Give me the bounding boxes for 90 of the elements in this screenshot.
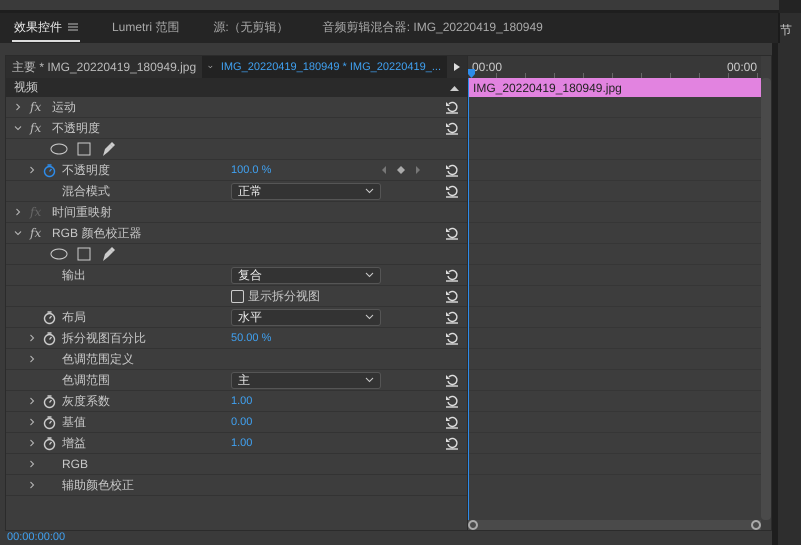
chevron-down-icon — [365, 377, 374, 383]
stopwatch-icon[interactable] — [42, 436, 57, 450]
property-label: 不透明度 — [62, 162, 110, 176]
chevron-right-icon[interactable] — [28, 460, 36, 468]
effect-name: RGB 颜色校正器 — [52, 224, 142, 242]
dropdown[interactable]: 复合 — [231, 266, 381, 284]
chevron-right-icon[interactable] — [28, 418, 36, 426]
effect-name: 时间重映射 — [52, 204, 112, 220]
panel-tab[interactable]: 源:（无剪辑） — [211, 14, 291, 42]
property-label: 输出 — [62, 268, 86, 282]
property-label: 色调范围定义 — [62, 352, 134, 366]
reset-icon[interactable] — [445, 121, 459, 135]
pen-icon[interactable] — [100, 246, 116, 262]
effect-name: 不透明度 — [52, 120, 100, 136]
reset-icon[interactable] — [445, 331, 459, 345]
zoom-scrollbar[interactable] — [468, 520, 761, 530]
property-label: 灰度系数 — [62, 394, 110, 408]
menu-icon[interactable] — [68, 23, 78, 31]
dropdown[interactable]: 正常 — [231, 182, 381, 200]
reset-icon[interactable] — [445, 100, 459, 114]
stopwatch-icon[interactable] — [42, 330, 57, 346]
stopwatch-icon[interactable] — [42, 162, 57, 178]
checkbox[interactable] — [231, 290, 244, 302]
timecode[interactable]: 00:00:00:00 — [5, 531, 772, 545]
chevron-down-icon — [365, 188, 374, 194]
chevron-right-icon[interactable] — [28, 481, 36, 489]
value-field[interactable]: 1.00 — [231, 395, 252, 407]
value-field[interactable]: 1.00 — [231, 437, 252, 449]
reset-icon[interactable] — [445, 394, 459, 408]
panel-tab[interactable]: 节 — [778, 13, 801, 43]
rectangle-mask-icon[interactable] — [77, 247, 91, 261]
value-field[interactable]: 100.0 % — [231, 164, 272, 176]
section-title: 视频 — [14, 79, 38, 96]
chevron-down-icon — [208, 64, 213, 70]
ruler-time: 00:00 — [726, 60, 757, 74]
chevron-down-icon — [365, 272, 374, 278]
rectangle-mask-icon[interactable] — [77, 142, 91, 156]
effect-name: 运动 — [52, 98, 76, 116]
stopwatch-icon[interactable] — [42, 310, 57, 324]
chevron-right-icon[interactable] — [28, 439, 36, 447]
chevron-right-icon[interactable] — [14, 103, 22, 111]
panel-tab[interactable]: Lumetri 范围 — [110, 14, 182, 42]
reset-icon[interactable] — [445, 163, 459, 177]
property-label: 基值 — [62, 414, 86, 428]
chevron-down-icon — [365, 314, 374, 320]
master-clip-tab[interactable]: 主要 * IMG_20220419_180949.jpg — [6, 58, 202, 76]
play-icon[interactable] — [453, 62, 461, 72]
property-label: 增益 — [62, 436, 86, 450]
panel-tab[interactable]: 音频剪辑混合器: IMG_20220419_180949 — [320, 14, 545, 42]
reset-icon[interactable] — [445, 226, 459, 240]
property-label: RGB — [62, 457, 88, 471]
chevron-down-icon[interactable] — [14, 229, 22, 237]
reset-icon[interactable] — [445, 289, 459, 303]
collapse-icon[interactable] — [450, 84, 459, 90]
reset-icon[interactable] — [445, 436, 459, 450]
ellipse-mask-icon[interactable] — [50, 143, 68, 155]
dropdown[interactable]: 水平 — [231, 308, 381, 326]
chevron-right-icon[interactable] — [28, 397, 36, 405]
reset-icon[interactable] — [445, 373, 459, 387]
value-field[interactable]: 0.00 — [231, 416, 252, 428]
property-label: 拆分视图百分比 — [62, 330, 146, 344]
fx-toggle[interactable]: fx — [30, 226, 50, 240]
keyframe-navigator-icon[interactable] — [381, 165, 421, 175]
property-label: 色调范围 — [62, 372, 110, 386]
ellipse-mask-icon[interactable] — [50, 248, 68, 260]
property-label: 混合模式 — [62, 184, 110, 198]
checkbox-label: 显示拆分视图 — [248, 288, 320, 304]
scrollbar[interactable] — [761, 78, 771, 520]
timeline-clip[interactable]: IMG_20220419_180949.jpg — [468, 78, 761, 97]
value-field[interactable]: 50.00 % — [231, 332, 272, 344]
fx-toggle[interactable]: fx — [30, 100, 50, 114]
chevron-right-icon[interactable] — [28, 355, 36, 363]
reset-icon[interactable] — [445, 184, 459, 198]
property-label: 辅助颜色校正 — [62, 478, 134, 492]
chevron-right-icon[interactable] — [28, 166, 36, 174]
fx-toggle[interactable]: fx — [30, 121, 50, 135]
reset-icon[interactable] — [445, 415, 459, 429]
reset-icon[interactable] — [445, 268, 459, 282]
time-ruler[interactable]: 00:00 00:00 — [468, 56, 761, 78]
reset-icon[interactable] — [445, 310, 459, 324]
stopwatch-icon[interactable] — [42, 414, 57, 430]
pen-icon[interactable] — [100, 141, 116, 157]
chevron-right-icon[interactable] — [14, 208, 22, 216]
chevron-down-icon[interactable] — [14, 124, 22, 132]
ruler-time: 00:00 — [472, 60, 502, 74]
property-label: 布局 — [62, 310, 86, 324]
chevron-right-icon[interactable] — [28, 334, 36, 342]
clip-dropdown[interactable]: IMG_20220419_180949 * IMG_20220419_... — [202, 56, 447, 78]
dropdown[interactable]: 主 — [231, 372, 381, 388]
stopwatch-icon[interactable] — [42, 394, 57, 408]
